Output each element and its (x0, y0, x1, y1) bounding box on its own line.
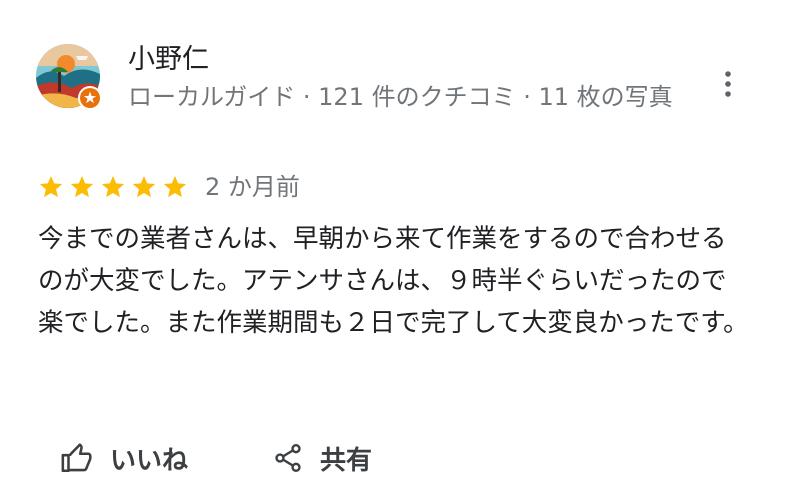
review-text: 今までの業者さんは、早朝から来て作業をするので合わせるのが大変でした。アテンサさ… (38, 224, 749, 338)
review-date: 2 か月前 (205, 173, 300, 201)
star-icon (101, 175, 125, 198)
like-button[interactable]: いいね (60, 436, 188, 480)
star-icon (132, 175, 156, 198)
more-options-button[interactable] (712, 62, 744, 106)
local-guide-badge-icon (78, 86, 102, 110)
share-icon (275, 444, 301, 472)
share-button[interactable]: 共有 (272, 436, 372, 480)
reviewer-avatar[interactable] (36, 44, 104, 112)
more-vertical-icon (725, 71, 731, 97)
reviewer-name[interactable]: 小野仁 (128, 42, 209, 78)
like-label: いいね (110, 445, 189, 476)
star-icon (70, 175, 94, 198)
star-icon (39, 175, 63, 198)
share-label: 共有 (320, 445, 373, 476)
reviewer-meta: ローカルガイド · 121 件のクチコミ · 11 枚の写真 (128, 83, 673, 111)
star-icon (163, 175, 187, 198)
thumb-up-icon (61, 443, 92, 473)
rating-row: 2 か月前 (38, 170, 300, 204)
star-rating (38, 174, 193, 200)
